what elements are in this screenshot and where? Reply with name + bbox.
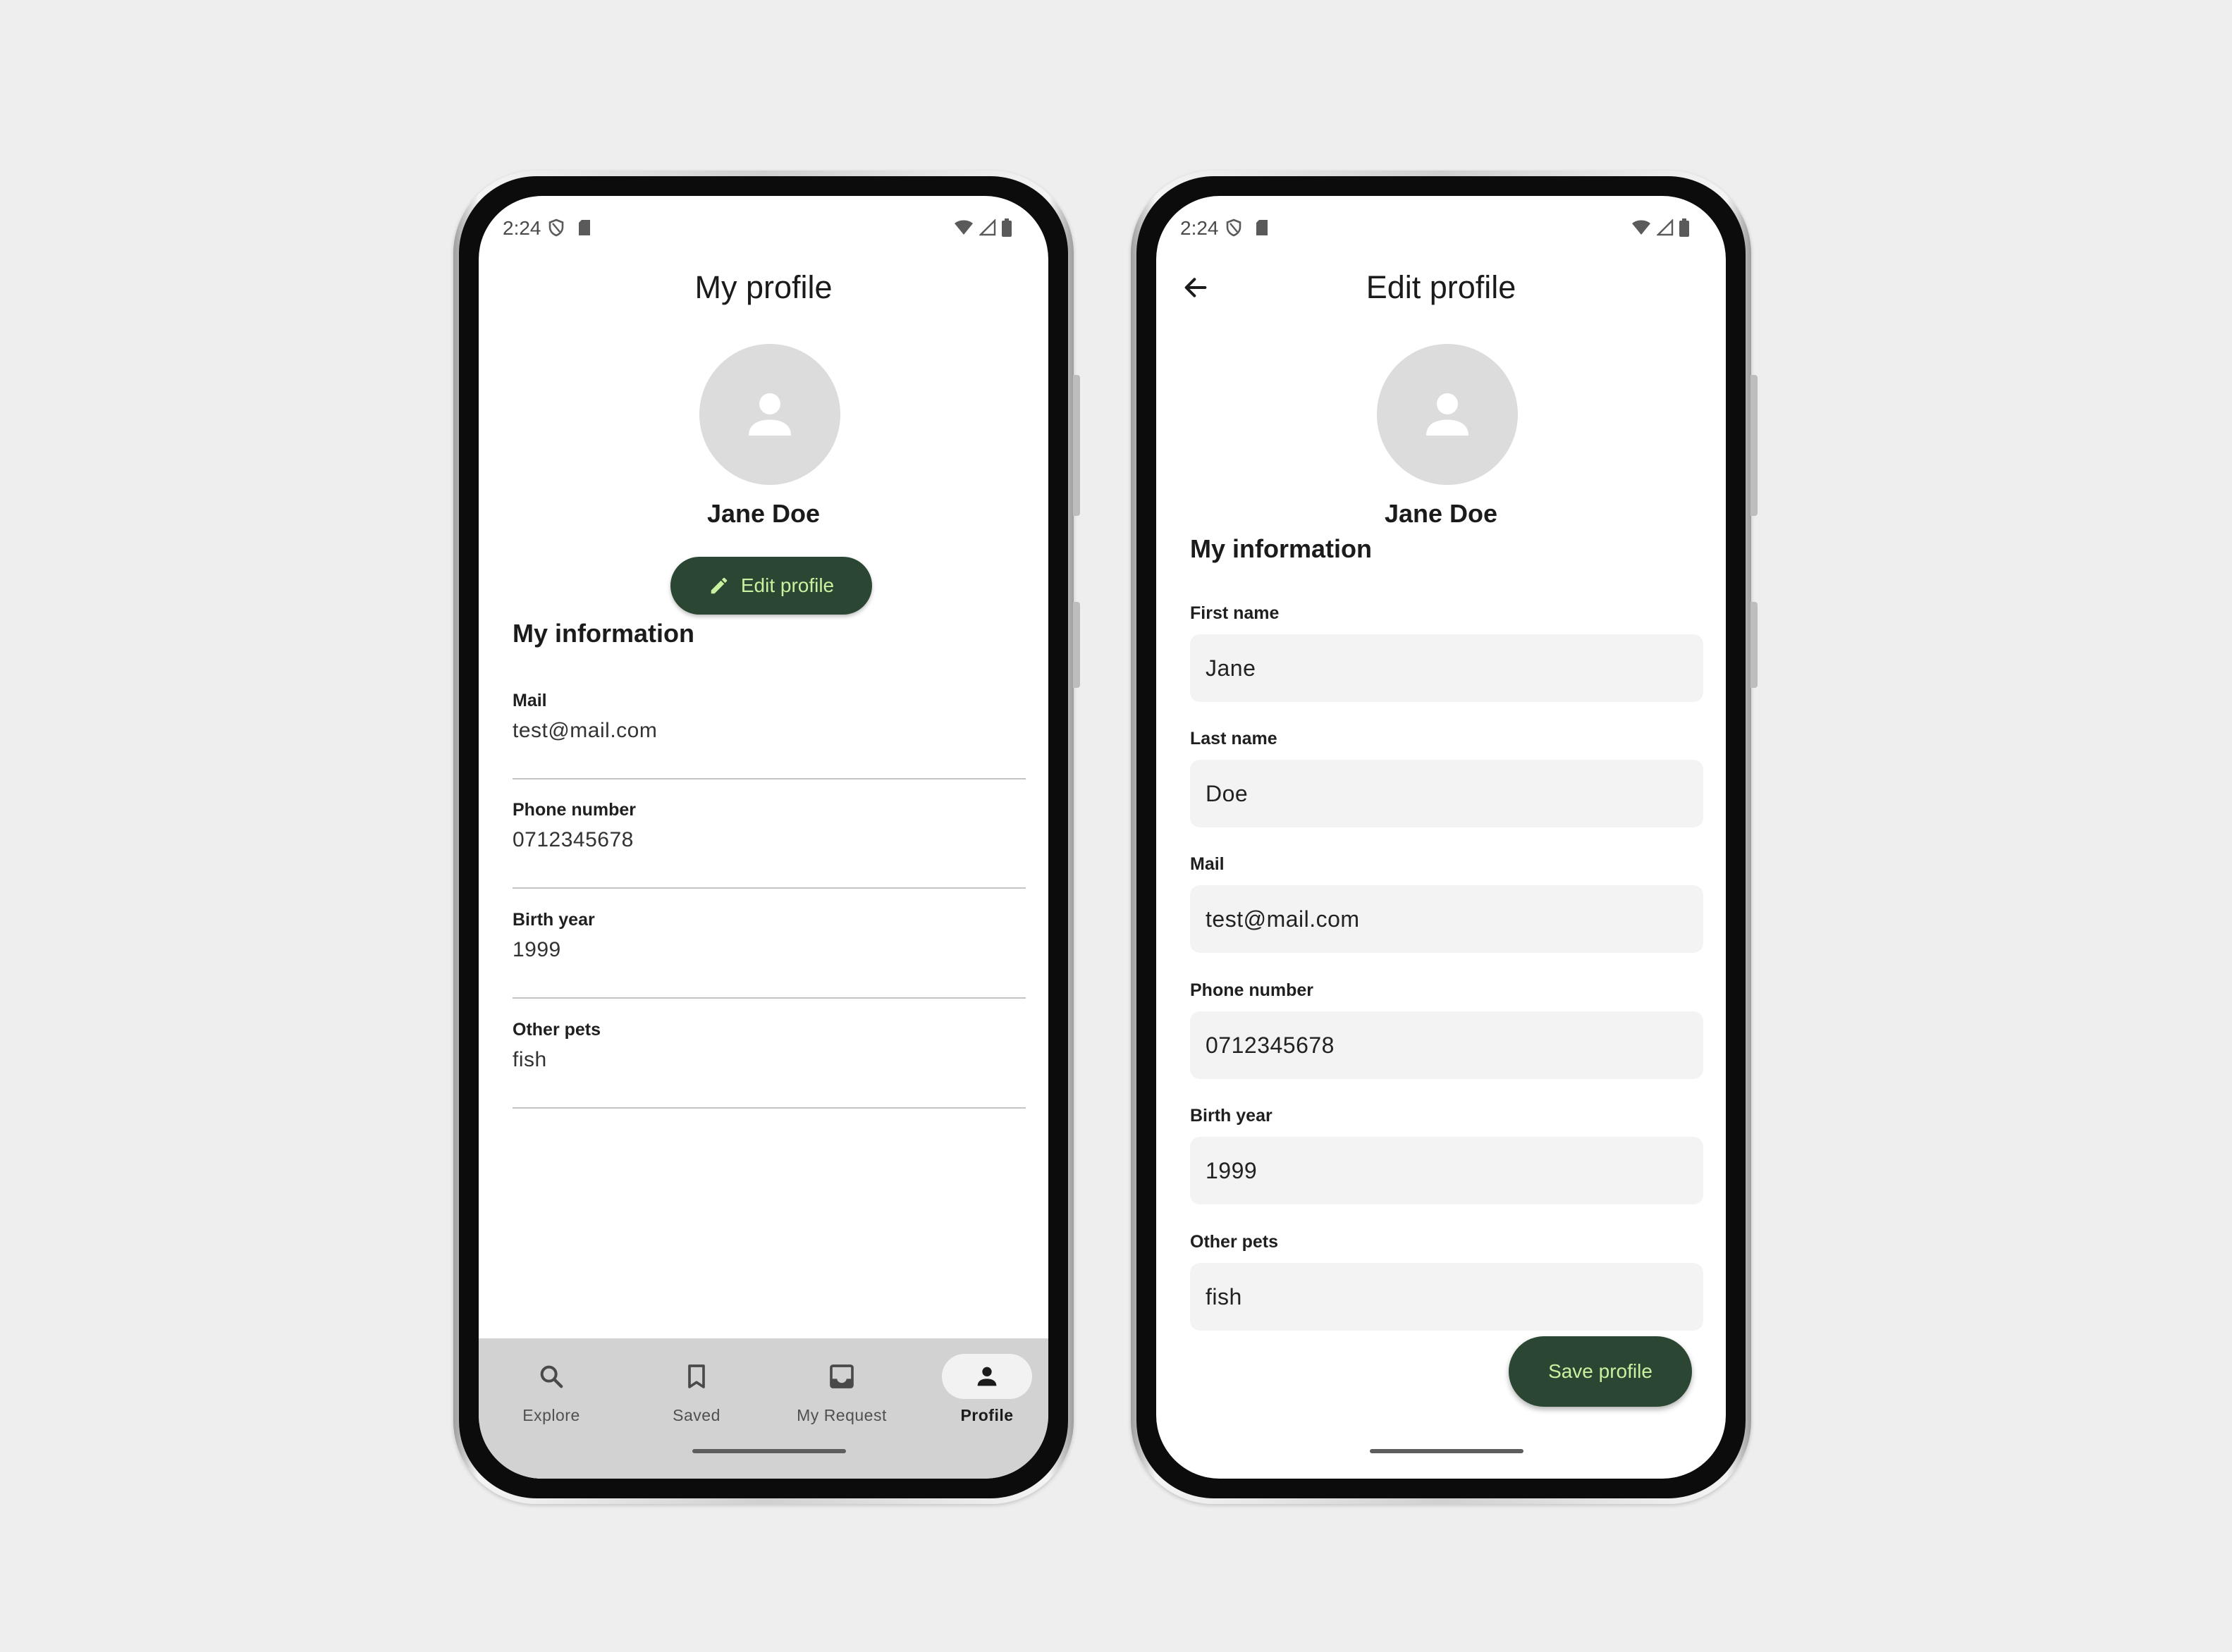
first-name-label: First name (1190, 603, 1280, 623)
info-label: Other pets (513, 1020, 601, 1040)
birth-year-input[interactable] (1190, 1157, 1685, 1184)
nav-item-profile[interactable]: Profile (914, 1338, 1048, 1444)
phone-frame-edit-profile: 2:24 Edit profile Jane Doe My informatio… (1131, 171, 1758, 1504)
other-pets-input[interactable] (1190, 1283, 1685, 1310)
wifi-icon (955, 220, 973, 235)
shield-icon (1226, 218, 1241, 237)
page-title: Edit profile (1366, 269, 1516, 305)
sd-card-icon (579, 220, 590, 235)
info-label: Birth year (513, 910, 595, 930)
inbox-icon (830, 1364, 854, 1388)
other-pets-field[interactable] (1190, 1263, 1703, 1331)
info-value: fish (513, 1048, 547, 1071)
nav-label: My Request (797, 1406, 887, 1424)
last-name-field[interactable] (1190, 760, 1703, 827)
phone-side-button (1073, 375, 1080, 516)
status-time: 2:24 (1180, 217, 1219, 239)
page-title: My profile (694, 269, 833, 305)
battery-icon (1679, 218, 1689, 237)
info-value: 0712345678 (513, 828, 634, 851)
phone-bezel: 2:24 Edit profile Jane Doe My informatio… (1136, 176, 1746, 1498)
info-item-mail: Mail test@mail.com (513, 691, 1026, 779)
status-bar: 2:24 (479, 196, 1048, 252)
user-name: Jane Doe (1384, 499, 1498, 528)
person-icon (977, 1367, 997, 1386)
phone-number-label: Phone number (1190, 980, 1314, 1000)
mail-field[interactable] (1190, 885, 1703, 953)
person-icon (1426, 393, 1468, 436)
search-icon (540, 1365, 563, 1388)
shield-icon (548, 218, 564, 237)
person-icon (749, 393, 791, 436)
home-indicator[interactable] (692, 1449, 846, 1453)
first-name-input[interactable] (1190, 655, 1685, 682)
birth-year-label: Birth year (1190, 1106, 1273, 1126)
pencil-icon (711, 577, 728, 594)
bottom-navigation: Explore Saved My Request Profile (479, 1338, 1048, 1479)
signal-icon (1657, 219, 1674, 236)
sd-card-icon (1256, 220, 1268, 235)
save-profile-button[interactable]: Save profile (1509, 1336, 1692, 1407)
info-label: Mail (513, 691, 547, 710)
nav-label: Saved (673, 1406, 721, 1424)
phone-number-input[interactable] (1190, 1032, 1685, 1059)
nav-item-my-request[interactable]: My Request (769, 1338, 914, 1444)
signal-icon (979, 219, 996, 236)
avatar (699, 344, 840, 485)
section-title: My information (513, 619, 694, 648)
phone-bezel: 2:24 My profile Jane Doe Edit profile My… (459, 176, 1068, 1498)
info-value: test@mail.com (513, 719, 658, 742)
edit-profile-screen: 2:24 Edit profile Jane Doe My informatio… (1156, 196, 1726, 1479)
nav-item-saved[interactable]: Saved (624, 1338, 769, 1444)
phone-side-button (1073, 602, 1080, 688)
nav-item-explore[interactable]: Explore (479, 1338, 624, 1444)
phone-number-field[interactable] (1190, 1011, 1703, 1079)
nav-label: Profile (960, 1406, 1014, 1424)
avatar (1377, 344, 1518, 485)
other-pets-label: Other pets (1190, 1232, 1279, 1252)
status-bar: 2:24 (1156, 196, 1726, 252)
battery-icon (1002, 218, 1012, 237)
mail-label: Mail (1190, 854, 1225, 874)
last-name-input[interactable] (1190, 780, 1685, 807)
info-value: 1999 (513, 938, 561, 961)
edit-profile-button[interactable]: Edit profile (670, 557, 872, 615)
wifi-icon (1632, 220, 1650, 235)
birth-year-field[interactable] (1190, 1137, 1703, 1204)
info-item-phone: Phone number 0712345678 (513, 800, 1026, 889)
info-item-other-pets: Other pets fish (513, 1020, 1026, 1109)
edit-profile-label: Edit profile (740, 574, 835, 596)
phone-side-button (1750, 602, 1758, 688)
mail-input[interactable] (1190, 906, 1685, 932)
section-title: My information (1190, 534, 1372, 563)
bookmark-icon (688, 1364, 705, 1388)
phone-frame-profile: 2:24 My profile Jane Doe Edit profile My… (453, 171, 1080, 1504)
first-name-field[interactable] (1190, 634, 1703, 702)
phone-side-button (1750, 375, 1758, 516)
home-indicator[interactable] (1370, 1449, 1523, 1453)
nav-label: Explore (522, 1406, 580, 1424)
user-name: Jane Doe (706, 499, 821, 528)
info-item-birth-year: Birth year 1999 (513, 910, 1026, 999)
info-label: Phone number (513, 800, 637, 820)
last-name-label: Last name (1190, 729, 1277, 748)
status-time: 2:24 (503, 217, 541, 239)
profile-screen: 2:24 My profile Jane Doe Edit profile My… (479, 196, 1048, 1479)
